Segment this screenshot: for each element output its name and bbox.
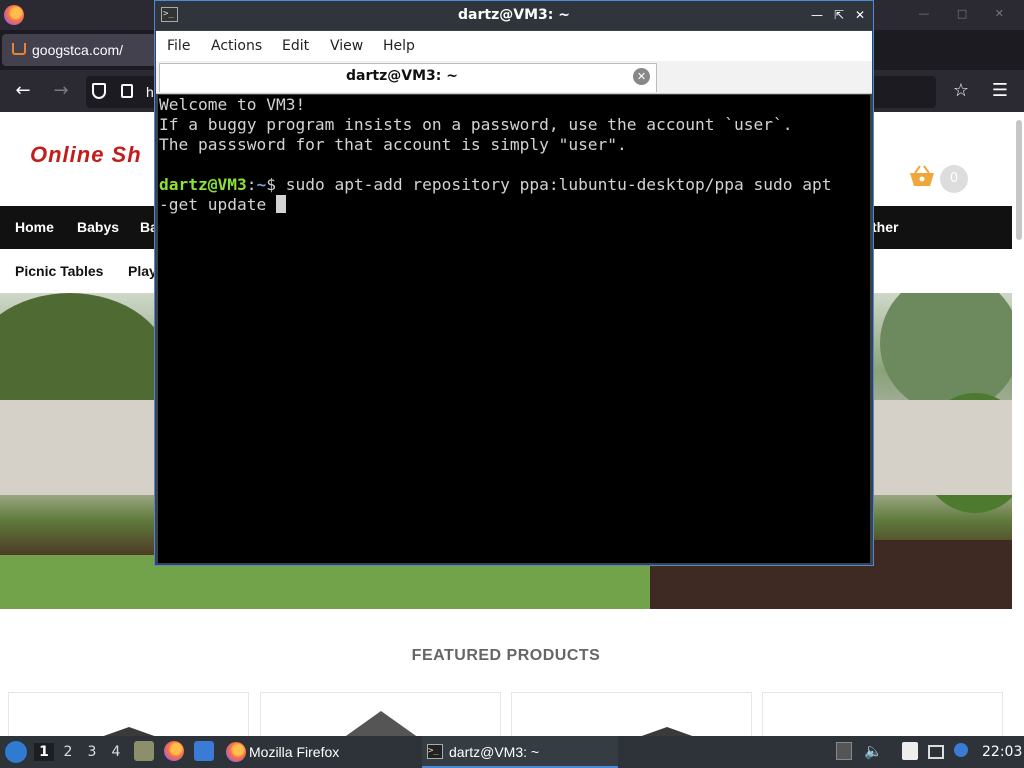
featured-products-heading: FEATURED PRODUCTS xyxy=(411,647,601,664)
show-desktop-icon[interactable] xyxy=(194,741,214,761)
nav-other[interactable]: ther xyxy=(872,219,898,235)
workspace-3[interactable]: 3 xyxy=(82,743,102,761)
clock[interactable]: 22:03 xyxy=(982,736,1022,768)
network-icon[interactable] xyxy=(928,745,944,759)
terminal-prompt-line: dartz@VM3:~$ sudo apt-add repository ppa… xyxy=(159,175,870,195)
terminal-tab-label: dartz@VM3: ~ xyxy=(346,68,458,84)
terminal-line: Welcome to VM3! xyxy=(159,95,306,114)
product-card[interactable] xyxy=(762,692,1003,736)
firefox-window-controls[interactable]: — □ ✕ xyxy=(918,7,1016,20)
notification-icon[interactable] xyxy=(954,743,968,757)
task-firefox[interactable]: Mozilla Firefox xyxy=(222,736,418,768)
product-image xyxy=(84,727,174,736)
workspace-4[interactable]: 4 xyxy=(106,743,126,761)
terminal-menubar xyxy=(156,31,872,61)
page-scrollbar[interactable] xyxy=(1016,120,1022,240)
nav-home[interactable]: Home xyxy=(15,219,54,235)
hero-tree xyxy=(880,293,1012,413)
back-arrow-icon[interactable]: ← xyxy=(10,78,36,104)
minimize-button[interactable]: — xyxy=(809,7,825,23)
basket-icon[interactable] xyxy=(908,164,936,188)
tracking-shield-icon[interactable] xyxy=(92,83,106,99)
text-cursor xyxy=(275,195,286,213)
firefox-icon xyxy=(226,742,246,762)
firefox-logo-icon xyxy=(4,5,24,25)
prompt-separator: : xyxy=(246,175,257,194)
nav-play[interactable]: Play xyxy=(128,263,157,279)
terminal-titlebar[interactable]: dartz@VM3: ~ >_ — ⇱ ✕ xyxy=(155,1,873,30)
menu-view[interactable]: View xyxy=(330,38,363,54)
task-terminal[interactable]: >_ dartz@VM3: ~ xyxy=(422,736,618,768)
menu-file[interactable]: File xyxy=(167,38,190,54)
volume-icon[interactable]: 🔈 xyxy=(864,742,883,760)
file-manager-icon[interactable] xyxy=(134,741,154,761)
menu-actions[interactable]: Actions xyxy=(211,38,262,54)
terminal-window-title: dartz@VM3: ~ xyxy=(458,7,570,23)
workspace-1[interactable]: 1 xyxy=(34,743,54,761)
prompt-dollar: $ xyxy=(266,175,286,194)
site-logo[interactable]: Online Sh xyxy=(30,142,142,168)
firefox-tab[interactable]: googstca.com/ xyxy=(2,34,162,66)
url-text: h xyxy=(146,84,154,100)
product-image xyxy=(336,711,426,736)
cart-favicon-icon xyxy=(12,43,26,55)
task-firefox-label: Mozilla Firefox xyxy=(249,744,340,760)
lock-icon[interactable] xyxy=(121,84,133,98)
prompt-user-host: dartz@VM3 xyxy=(159,175,247,194)
workspace-2[interactable]: 2 xyxy=(58,743,78,761)
product-card[interactable] xyxy=(8,692,249,736)
task-terminal-label: dartz@VM3: ~ xyxy=(449,744,540,760)
firefox-tab-title: googstca.com/ xyxy=(32,42,124,58)
terminal-output[interactable]: Welcome to VM3! If a buggy program insis… xyxy=(158,95,870,563)
forward-arrow-icon[interactable]: → xyxy=(48,78,74,104)
terminal-window: dartz@VM3: ~ >_ — ⇱ ✕ File Actions Edit … xyxy=(154,0,874,566)
close-button[interactable]: ✕ xyxy=(852,7,868,23)
tray-updates-icon[interactable] xyxy=(836,742,852,760)
bookmark-star-icon[interactable]: ☆ xyxy=(948,78,974,104)
clipboard-icon[interactable] xyxy=(902,742,918,760)
lubuntu-menu-icon[interactable] xyxy=(5,741,27,763)
command-text: sudo apt-add repository ppa:lubuntu-desk… xyxy=(285,175,832,194)
nav-babys[interactable]: Babys xyxy=(77,219,119,235)
nav-picnic-tables[interactable]: Picnic Tables xyxy=(15,263,103,279)
maximize-button[interactable]: ⇱ xyxy=(831,7,847,23)
product-card[interactable] xyxy=(511,692,752,736)
product-image xyxy=(622,727,712,736)
firefox-launcher-icon[interactable] xyxy=(164,741,184,761)
hamburger-menu-icon[interactable]: ☰ xyxy=(987,78,1013,104)
terminal-icon: >_ xyxy=(427,744,443,759)
prompt-path: ~ xyxy=(256,175,267,194)
menu-edit[interactable]: Edit xyxy=(282,38,309,54)
cart-count-badge: 0 xyxy=(940,165,968,193)
product-card[interactable] xyxy=(260,692,501,736)
menu-help[interactable]: Help xyxy=(383,38,415,54)
tab-close-icon[interactable]: ✕ xyxy=(633,68,650,85)
terminal-line: The passsword for that account is simply… xyxy=(159,135,627,154)
terminal-line: -get update xyxy=(159,195,870,215)
terminal-icon: >_ xyxy=(161,7,178,22)
terminal-line: If a buggy program insists on a password… xyxy=(159,115,793,134)
command-text-continued: -get update xyxy=(159,195,276,214)
